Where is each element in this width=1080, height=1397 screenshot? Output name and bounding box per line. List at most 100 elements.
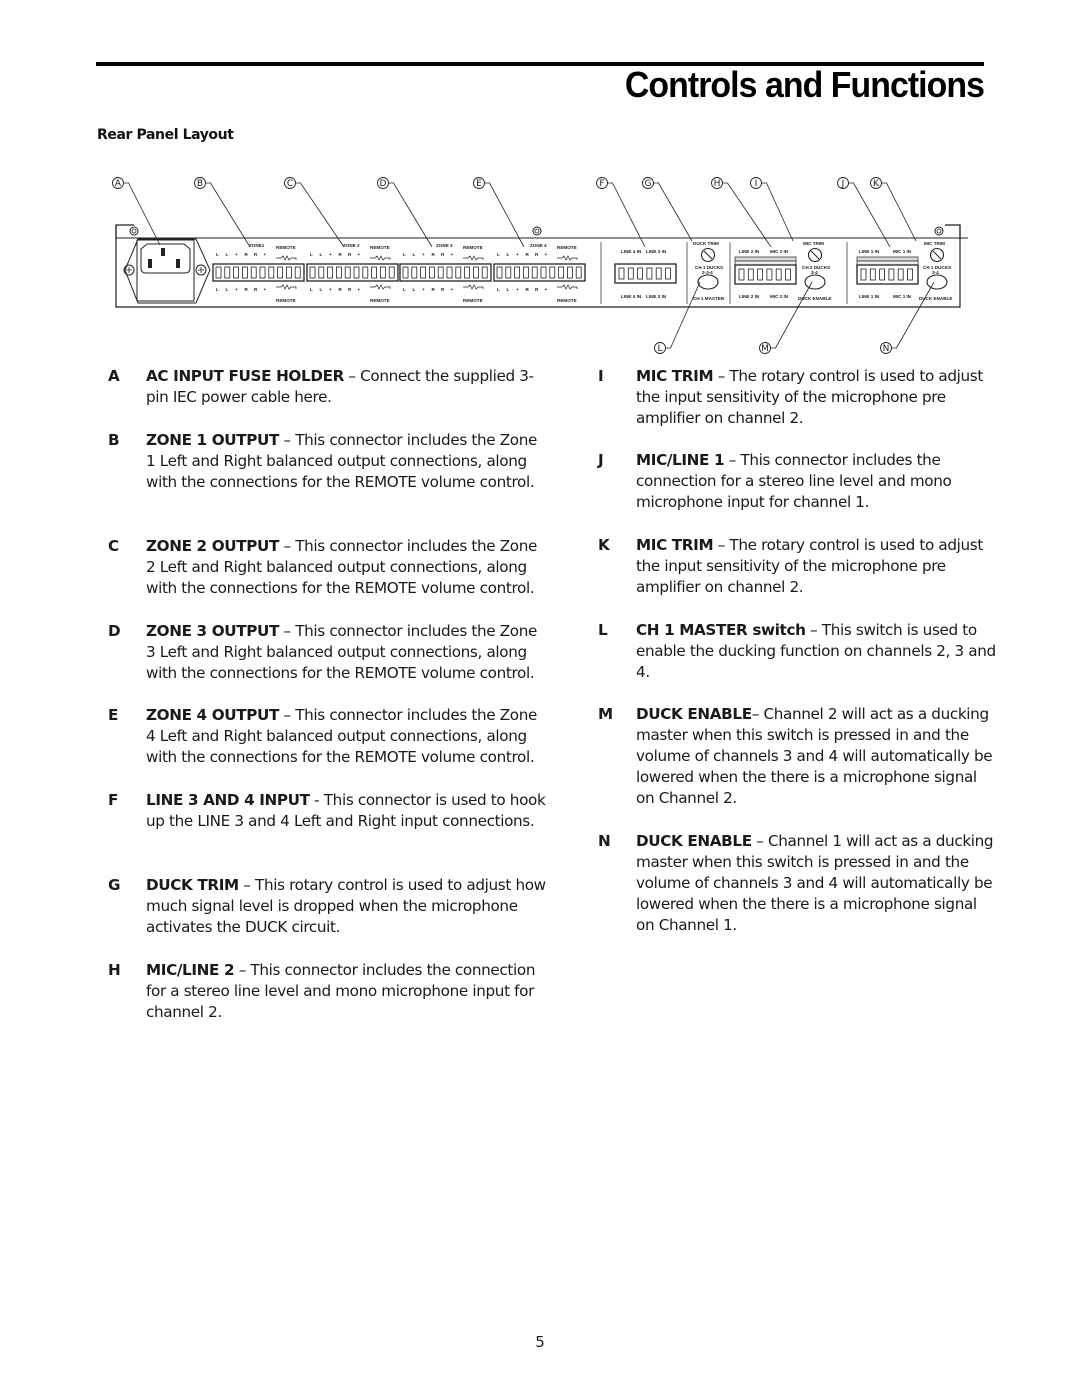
item-letter: G [108, 876, 121, 894]
pin-label: L [310, 252, 313, 257]
remote-label-top: REMOTE [276, 245, 296, 250]
item-letter: H [108, 961, 121, 979]
pin-label: R [432, 252, 436, 257]
ch1-ducks-sub: 2-3-4 [702, 270, 713, 275]
zone-label: ZONE 3 [436, 243, 453, 248]
callout-letter: E [476, 179, 482, 189]
mic-trim-label: MIC TRIM [803, 241, 824, 246]
item-term: DUCK TRIM [146, 876, 239, 894]
callout-letter: H [714, 179, 721, 189]
pin-label: L [226, 252, 229, 257]
item-c: C ZONE 2 OUTPUT – This connector includes… [108, 536, 546, 599]
item-term: DUCK ENABLE [636, 705, 752, 723]
pin-label: L [216, 287, 219, 292]
callout-letter: L [657, 344, 662, 354]
pin-label: + [358, 287, 361, 292]
ch2-ducks-sub: 3-4 [811, 270, 818, 275]
mic-trim-1-knob[interactable] [929, 247, 945, 263]
item-g: G DUCK TRIM – This rotary control is used… [108, 875, 546, 938]
line-4-in-label: LINE 4 IN [621, 294, 642, 299]
mic-line-1-connector: LINE 1 IN MIC 1 IN LINE 1 IN MIC 1 IN [856, 249, 919, 299]
callout-i: I [750, 177, 794, 242]
pin-label: R [348, 252, 352, 257]
pin-label: L [403, 287, 406, 292]
callout-m: M [759, 281, 813, 354]
mic-1-in-label: MIC 1 IN [893, 249, 912, 254]
item-a: A AC INPUT FUSE HOLDER – Connect the supp… [108, 366, 546, 408]
item-letter: D [108, 622, 121, 640]
pin-label: + [329, 252, 332, 257]
callout-b: B [194, 177, 251, 248]
line-2-in-label: LINE 2 IN [739, 294, 760, 299]
item-letter: K [598, 536, 610, 554]
remote-label-top: REMOTE [557, 245, 577, 250]
item-j: J MIC/LINE 1 – This connector includes th… [598, 450, 996, 513]
pin-label: L [320, 287, 323, 292]
pin-label: R [254, 252, 258, 257]
callout-letter: D [380, 179, 387, 189]
terminal-block [493, 263, 586, 282]
pin-label: + [422, 287, 425, 292]
mic-trim-1-section: MIC TRIMCH 1 DUCKS3-4DUCK ENABLE [919, 241, 952, 301]
zone-label: ZONE1 [249, 243, 265, 248]
pin-label: + [235, 252, 238, 257]
item-term: MIC TRIM [636, 536, 714, 554]
pin-label: R [254, 287, 258, 292]
remote-label-bottom: REMOTE [276, 298, 296, 303]
mic-trim-2-knob[interactable] [807, 247, 823, 263]
pin-label: R [441, 287, 445, 292]
pin-label: + [516, 252, 519, 257]
item-term: LINE 3 AND 4 INPUT [146, 791, 310, 809]
mic-line-2-connector: LINE 2 IN MIC 2 IN LINE 2 IN MIC 2 IN [734, 249, 797, 299]
item-letter: F [108, 791, 119, 809]
zone-label: ZONE 2 [343, 243, 360, 248]
item-letter: L [598, 621, 608, 639]
pin-label: R [526, 252, 530, 257]
callout-letter: N [883, 344, 890, 354]
item-n: N DUCK ENABLE – Channel 1 will act as a d… [598, 831, 996, 936]
duck-enable-1-switch[interactable] [926, 274, 948, 290]
line-3-in-label: LINE 3 IN [646, 294, 667, 299]
item-l: L CH 1 MASTER switch – This switch is use… [598, 620, 996, 683]
pin-label: R [348, 287, 352, 292]
remote-label-top: REMOTE [463, 245, 483, 250]
pin-label: + [329, 287, 332, 292]
line-2-in-label: LINE 2 IN [739, 249, 760, 254]
pin-label: + [451, 287, 454, 292]
pin-label: L [310, 287, 313, 292]
item-term: MIC TRIM [636, 367, 714, 385]
item-term: ZONE 2 OUTPUT [146, 537, 280, 555]
item-i: I MIC TRIM – The rotary control is used t… [598, 366, 996, 429]
duck-trim-knob[interactable] [700, 247, 716, 263]
iec-fuse-holder [123, 238, 211, 304]
item-letter: E [108, 706, 119, 724]
pin-label: L [216, 252, 219, 257]
rear-panel-diagram: ZONE1 REMOTEREMOTELLLL++RRRR++ZONE 2 REMOT… [112, 177, 968, 354]
remote-label-bottom: REMOTE [557, 298, 577, 303]
item-term: DUCK ENABLE [636, 832, 752, 850]
pin-label: R [245, 287, 249, 292]
item-b: B ZONE 1 OUTPUT – This connector includes… [108, 430, 546, 493]
item-letter: J [598, 451, 604, 469]
terminal-block [399, 263, 492, 282]
line-1-in-label: LINE 1 IN [859, 249, 880, 254]
pin-label: R [339, 287, 343, 292]
pin-label: + [516, 287, 519, 292]
ch1-ducks-sub: 3-4 [932, 270, 939, 275]
mic-2-in-label: MIC 2 IN [770, 294, 789, 299]
callout-letter: A [115, 179, 122, 189]
pin-label: L [413, 252, 416, 257]
ch1-master-switch[interactable] [697, 274, 719, 290]
callout-f: F [596, 177, 646, 248]
callout-g: G [642, 177, 693, 242]
line-3-in-label: LINE 3 IN [646, 249, 667, 254]
mic-1-in-label: MIC 1 IN [893, 294, 912, 299]
zone-label: ZONE 4 [530, 243, 547, 248]
item-k: K MIC TRIM – The rotary control is used t… [598, 535, 996, 598]
duck-enable-2-switch[interactable] [804, 274, 826, 290]
item-e: E ZONE 4 OUTPUT – This connector includes… [108, 705, 546, 768]
pin-label: + [358, 252, 361, 257]
duck-trim-section: DUCK TRIMCH 1 DUCKS2-3-4CH 1 MASTER [693, 241, 725, 301]
pin-label: L [413, 287, 416, 292]
line-1-in-label: LINE 1 IN [859, 294, 880, 299]
